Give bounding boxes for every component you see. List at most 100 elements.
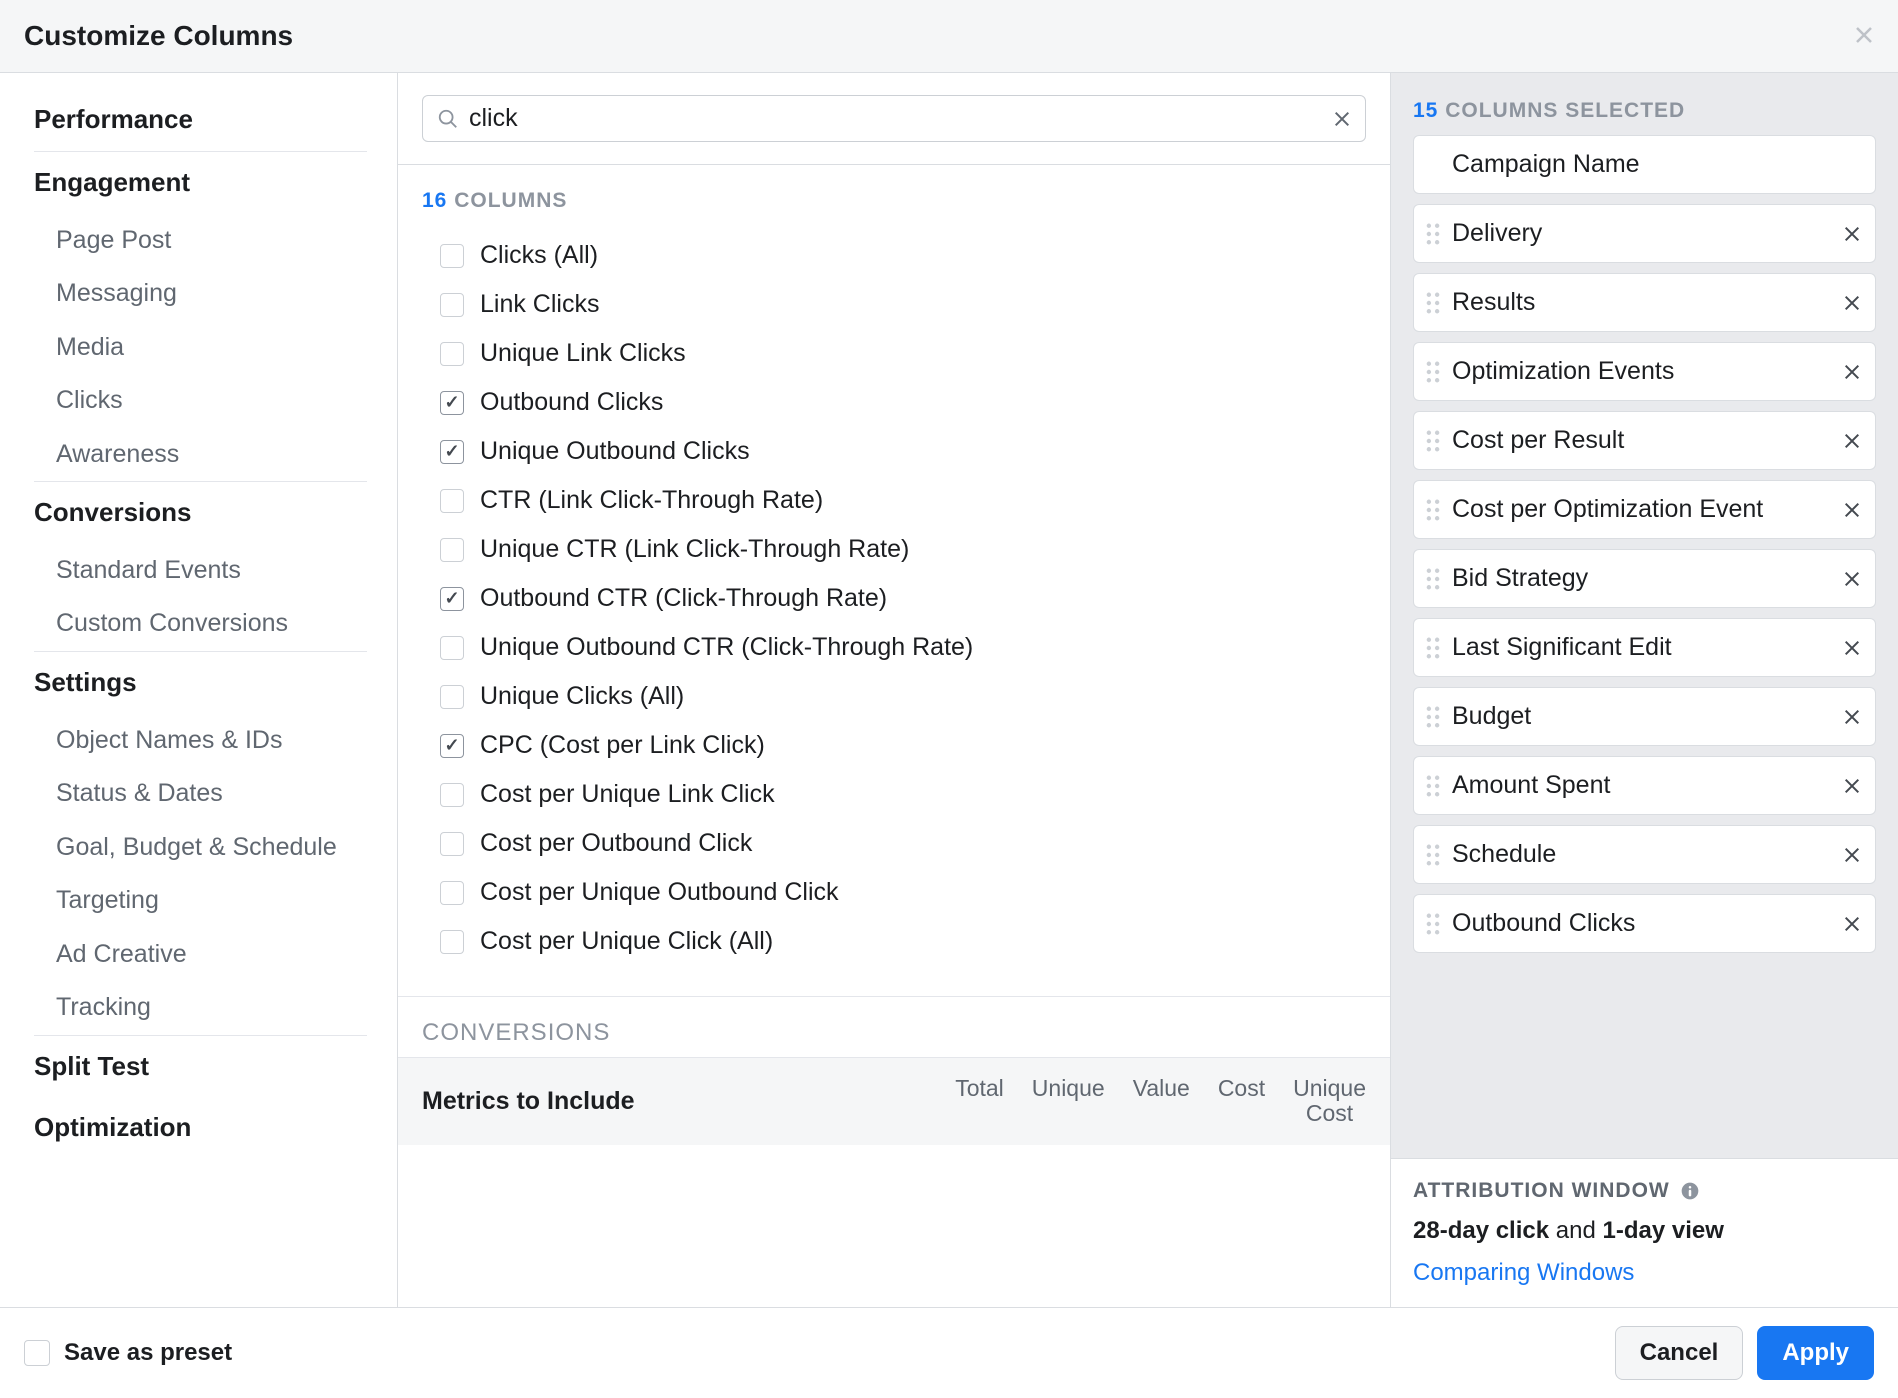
- search-input[interactable]: [469, 104, 1333, 133]
- column-checkbox[interactable]: [440, 734, 464, 758]
- selected-list[interactable]: Campaign Name Delivery Results Optimization…: [1391, 135, 1898, 1158]
- selected-column[interactable]: Last Significant Edit: [1413, 618, 1876, 677]
- dialog-header: Customize Columns: [0, 0, 1898, 73]
- remove-column-icon[interactable]: [1843, 225, 1861, 243]
- sidebar-category[interactable]: Conversions: [34, 482, 367, 544]
- column-checkbox[interactable]: [440, 685, 464, 709]
- selected-column[interactable]: Optimization Events: [1413, 342, 1876, 401]
- drag-handle-icon[interactable]: [1426, 361, 1440, 383]
- remove-column-icon[interactable]: [1843, 501, 1861, 519]
- column-option[interactable]: Unique Clicks (All): [422, 672, 1366, 721]
- column-checkbox[interactable]: [440, 244, 464, 268]
- column-option[interactable]: Link Clicks: [422, 280, 1366, 329]
- remove-column-icon[interactable]: [1843, 915, 1861, 933]
- selected-column[interactable]: Amount Spent: [1413, 756, 1876, 815]
- selected-count-number: 15: [1413, 99, 1438, 122]
- column-option[interactable]: Cost per Unique Click (All): [422, 917, 1366, 966]
- column-option[interactable]: Unique CTR (Link Click-Through Rate): [422, 525, 1366, 574]
- drag-handle-icon[interactable]: [1426, 706, 1440, 728]
- remove-column-icon[interactable]: [1843, 570, 1861, 588]
- sidebar-category[interactable]: Split Test: [34, 1036, 367, 1098]
- sidebar-category[interactable]: Performance: [34, 89, 367, 151]
- save-preset-toggle[interactable]: Save as preset: [24, 1339, 232, 1367]
- search-box[interactable]: [422, 95, 1366, 142]
- remove-column-icon[interactable]: [1843, 777, 1861, 795]
- sidebar-item[interactable]: Messaging: [34, 267, 367, 321]
- column-checkbox[interactable]: [440, 587, 464, 611]
- column-option[interactable]: Unique Outbound CTR (Click-Through Rate): [422, 623, 1366, 672]
- info-icon[interactable]: [1680, 1181, 1700, 1201]
- sidebar-item[interactable]: Object Names & IDs: [34, 714, 367, 768]
- sidebar-item[interactable]: Status & Dates: [34, 767, 367, 821]
- metrics-title: Metrics to Include: [422, 1087, 635, 1116]
- sidebar-item[interactable]: Awareness: [34, 428, 367, 482]
- column-checkbox[interactable]: [440, 293, 464, 317]
- sidebar-item[interactable]: Media: [34, 321, 367, 375]
- drag-handle-icon[interactable]: [1426, 292, 1440, 314]
- column-option[interactable]: Outbound Clicks: [422, 378, 1366, 427]
- columns-scroll[interactable]: 16 COLUMNS Clicks (All)Link ClicksUnique…: [398, 164, 1390, 1307]
- column-checkbox[interactable]: [440, 636, 464, 660]
- remove-column-icon[interactable]: [1843, 846, 1861, 864]
- sidebar-item[interactable]: Standard Events: [34, 544, 367, 598]
- column-option[interactable]: Outbound CTR (Click-Through Rate): [422, 574, 1366, 623]
- column-checkbox[interactable]: [440, 440, 464, 464]
- drag-handle-icon[interactable]: [1426, 430, 1440, 452]
- sidebar-item[interactable]: Page Post: [34, 214, 367, 268]
- sidebar-item[interactable]: Targeting: [34, 874, 367, 928]
- sidebar-item[interactable]: Custom Conversions: [34, 597, 367, 651]
- selected-column[interactable]: Cost per Result: [1413, 411, 1876, 470]
- column-option[interactable]: Unique Link Clicks: [422, 329, 1366, 378]
- remove-column-icon[interactable]: [1843, 639, 1861, 657]
- column-option[interactable]: Cost per Outbound Click: [422, 819, 1366, 868]
- column-label: Unique Clicks (All): [480, 682, 684, 711]
- column-checkbox[interactable]: [440, 391, 464, 415]
- column-checkbox[interactable]: [440, 342, 464, 366]
- sidebar-item[interactable]: Clicks: [34, 374, 367, 428]
- selected-column[interactable]: Cost per Optimization Event: [1413, 480, 1876, 539]
- column-checkbox[interactable]: [440, 783, 464, 807]
- column-option[interactable]: CTR (Link Click-Through Rate): [422, 476, 1366, 525]
- drag-handle-icon[interactable]: [1426, 844, 1440, 866]
- column-option[interactable]: Cost per Unique Outbound Click: [422, 868, 1366, 917]
- save-preset-checkbox[interactable]: [24, 1340, 50, 1366]
- selected-column[interactable]: Budget: [1413, 687, 1876, 746]
- drag-handle-icon[interactable]: [1426, 568, 1440, 590]
- drag-handle-icon[interactable]: [1426, 223, 1440, 245]
- column-option[interactable]: Cost per Unique Link Click: [422, 770, 1366, 819]
- close-icon[interactable]: [1854, 21, 1874, 52]
- selected-column[interactable]: Bid Strategy: [1413, 549, 1876, 608]
- column-checkbox[interactable]: [440, 538, 464, 562]
- drag-handle-icon[interactable]: [1426, 913, 1440, 935]
- column-option[interactable]: Clicks (All): [422, 231, 1366, 280]
- column-checkbox[interactable]: [440, 930, 464, 954]
- sidebar-item[interactable]: Ad Creative: [34, 928, 367, 982]
- clear-search-icon[interactable]: [1333, 110, 1351, 128]
- comparing-windows-link[interactable]: Comparing Windows: [1413, 1259, 1634, 1287]
- selected-column[interactable]: Outbound Clicks: [1413, 894, 1876, 953]
- column-checkbox[interactable]: [440, 881, 464, 905]
- selected-column-label: Amount Spent: [1452, 771, 1843, 800]
- drag-handle-icon[interactable]: [1426, 637, 1440, 659]
- selected-column[interactable]: Campaign Name: [1413, 135, 1876, 194]
- column-option[interactable]: Unique Outbound Clicks: [422, 427, 1366, 476]
- remove-column-icon[interactable]: [1843, 363, 1861, 381]
- remove-column-icon[interactable]: [1843, 294, 1861, 312]
- sidebar-category[interactable]: Optimization: [34, 1097, 367, 1159]
- sidebar-item[interactable]: Tracking: [34, 981, 367, 1035]
- column-checkbox[interactable]: [440, 832, 464, 856]
- remove-column-icon[interactable]: [1843, 708, 1861, 726]
- sidebar-category[interactable]: Settings: [34, 652, 367, 714]
- selected-column[interactable]: Delivery: [1413, 204, 1876, 263]
- sidebar-item[interactable]: Goal, Budget & Schedule: [34, 821, 367, 875]
- selected-column[interactable]: Results: [1413, 273, 1876, 332]
- column-option[interactable]: CPC (Cost per Link Click): [422, 721, 1366, 770]
- sidebar-category[interactable]: Engagement: [34, 152, 367, 214]
- remove-column-icon[interactable]: [1843, 432, 1861, 450]
- drag-handle-icon[interactable]: [1426, 775, 1440, 797]
- cancel-button[interactable]: Cancel: [1615, 1326, 1744, 1380]
- drag-handle-icon[interactable]: [1426, 499, 1440, 521]
- apply-button[interactable]: Apply: [1757, 1326, 1874, 1380]
- column-checkbox[interactable]: [440, 489, 464, 513]
- selected-column[interactable]: Schedule: [1413, 825, 1876, 884]
